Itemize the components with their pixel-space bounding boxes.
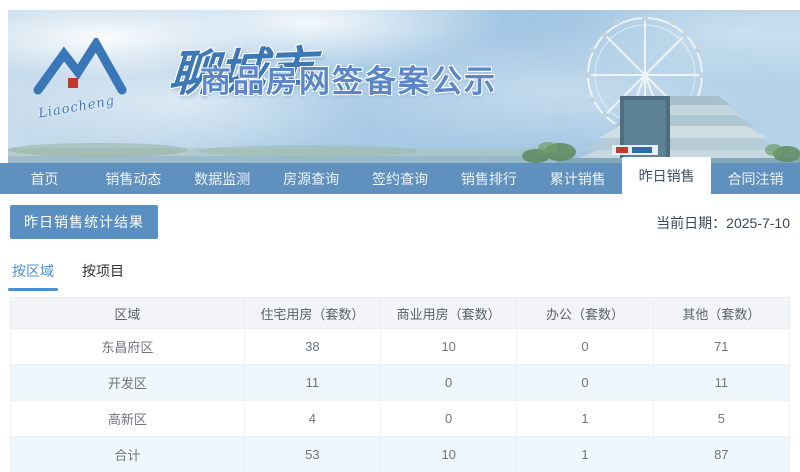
cell-value: 71 — [652, 328, 791, 365]
cell-value: 11 — [243, 364, 382, 401]
main-content: 昨日销售统计结果 当前日期：2025-7-10 按区域 按项目 区域 住宅用房（… — [0, 194, 800, 472]
nav-item-home[interactable]: 首页 — [0, 163, 89, 194]
col-header-residential: 住宅用房（套数） — [243, 297, 382, 329]
cell-value: 38 — [243, 328, 382, 365]
cell-region: 合计 — [10, 436, 245, 472]
view-tabs: 按区域 按项目 — [8, 261, 790, 291]
cell-value: 5 — [652, 400, 791, 437]
nav-item-contract-query[interactable]: 签约查询 — [356, 163, 445, 194]
col-header-office: 办公（套数） — [516, 297, 654, 329]
tab-by-project[interactable]: 按项目 — [82, 261, 124, 291]
cell-value: 1 — [516, 436, 654, 472]
current-date: 当前日期：2025-7-10 — [656, 205, 790, 233]
banner-photo: Liaocheng 聊城市 商品房网签备案公示 — [8, 10, 800, 163]
cell-value: 0 — [380, 364, 518, 401]
table-row-dongchangfu: 东昌府区 38 10 0 71 — [10, 328, 791, 365]
nav-item-listing-query[interactable]: 房源查询 — [267, 163, 356, 194]
header-banner: Liaocheng 聊城市 商品房网签备案公示 首页 销售动态 数据监测 房源查… — [0, 0, 800, 194]
nav-item-cumulative-sales[interactable]: 累计销售 — [533, 163, 622, 194]
cell-region: 高新区 — [10, 400, 245, 437]
logo-mark-icon — [33, 35, 127, 95]
table-header-row: 区域 住宅用房（套数） 商业用房（套数） 办公（套数） 其他（套数） — [10, 297, 791, 329]
banner-title: 商品房网签备案公示 — [200, 64, 497, 99]
section-title-badge: 昨日销售统计结果 — [10, 205, 158, 239]
table-row-kaifaqu: 开发区 11 0 0 11 — [10, 364, 791, 401]
cell-value: 10 — [380, 436, 518, 472]
col-header-region: 区域 — [10, 297, 245, 329]
current-date-label: 当前日期： — [656, 215, 727, 231]
cell-value: 87 — [652, 436, 791, 472]
site-logo: Liaocheng — [30, 35, 180, 128]
cell-value: 0 — [516, 328, 654, 365]
cell-value: 10 — [380, 328, 518, 365]
sales-stats-table: 区域 住宅用房（套数） 商业用房（套数） 办公（套数） 其他（套数） 东昌府区 … — [10, 297, 791, 472]
nav-item-yesterday-sales[interactable]: 昨日销售 — [622, 157, 712, 194]
table-row-gaoxinqu: 高新区 4 0 1 5 — [10, 400, 791, 437]
cell-value: 0 — [380, 400, 518, 437]
nav-item-data-monitor[interactable]: 数据监测 — [178, 163, 267, 194]
cell-region: 东昌府区 — [10, 328, 245, 365]
cell-value: 53 — [243, 436, 382, 472]
content-header: 昨日销售统计结果 当前日期：2025-7-10 — [10, 205, 790, 239]
cell-value: 4 — [243, 400, 382, 437]
cell-value: 0 — [516, 364, 654, 401]
cell-region: 开发区 — [10, 364, 245, 401]
main-nav: 首页 销售动态 数据监测 房源查询 签约查询 销售排行 累计销售 昨日销售 合同… — [0, 157, 800, 194]
table-row-total: 合计 53 10 1 87 — [10, 436, 791, 472]
nav-item-contract-cancel[interactable]: 合同注销 — [711, 163, 800, 194]
col-header-commercial: 商业用房（套数） — [380, 297, 518, 329]
nav-item-sales-ranking[interactable]: 销售排行 — [444, 163, 533, 194]
nav-item-sales-dynamics[interactable]: 销售动态 — [89, 163, 178, 194]
col-header-other: 其他（套数） — [652, 297, 791, 329]
cell-value: 11 — [652, 364, 791, 401]
cell-value: 1 — [516, 400, 654, 437]
tab-by-region[interactable]: 按区域 — [8, 261, 58, 291]
current-date-value: 2025-7-10 — [726, 215, 790, 231]
